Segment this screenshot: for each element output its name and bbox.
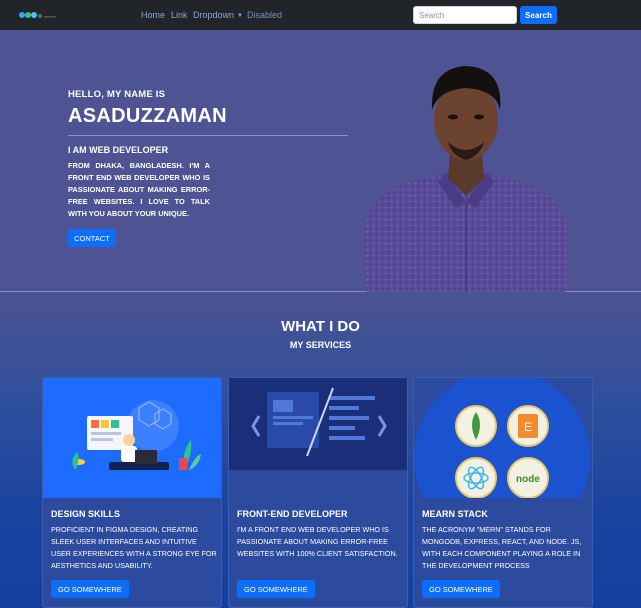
service-card-design: DESIGN SKILLS PROFICIENT IN FIGMA DESIGN… xyxy=(42,377,222,608)
nav-link-link[interactable]: Link xyxy=(171,10,188,20)
nav-dropdown-label: Dropdown xyxy=(193,10,235,20)
search-button[interactable]: Search xyxy=(520,6,557,24)
hero-bio: FROM DHAKA, BANGLADESH. I'M A FRONT END … xyxy=(68,161,210,218)
card-design-button[interactable]: GO SOMEWHERE xyxy=(51,580,129,598)
hero-greeting: HELLO, MY NAME IS xyxy=(68,89,166,100)
name-divider xyxy=(68,135,348,136)
card-mern-title: MEARN STACK xyxy=(422,509,488,519)
express-logo-letter: E xyxy=(524,420,532,434)
search-input[interactable] xyxy=(413,6,517,24)
card-frontend-button[interactable]: GO SOMEWHERE xyxy=(237,580,315,598)
mern-illustration: E node xyxy=(414,378,592,498)
services-subtitle: MY SERVICES xyxy=(289,340,352,350)
design-illustration xyxy=(43,378,221,498)
caret-down-icon: ▼ xyxy=(237,13,243,19)
services-title: WHAT I DO xyxy=(281,318,360,335)
navbar: Home Link Dropdown ▼ Disabled Search xyxy=(0,0,641,30)
frontend-illustration xyxy=(229,378,407,498)
brand-logo[interactable] xyxy=(18,10,58,20)
service-card-frontend: FRONT-END DEVELOPER I'M A FRONT END WEB … xyxy=(228,377,408,608)
card-frontend-title: FRONT-END DEVELOPER xyxy=(237,509,348,519)
card-frontend-text: I'M A FRONT END WEB DEVELOPER WHO IS PAS… xyxy=(237,525,398,558)
hero-name: ASADUZZAMAN xyxy=(68,105,227,127)
service-card-mern: E node MEARN STACK THE ACRONYM "MERN" ST… xyxy=(413,377,593,608)
node-logo-text: node xyxy=(516,474,540,485)
nav-dropdown-toggle[interactable]: Dropdown ▼ xyxy=(193,10,243,20)
card-mern-button[interactable]: GO SOMEWHERE xyxy=(422,580,500,598)
hero-role: I AM WEB DEVELOPER xyxy=(68,145,169,155)
nav-home-link[interactable]: Home xyxy=(141,10,165,20)
contact-button[interactable]: CONTACT xyxy=(68,229,116,247)
card-mern-text: THE ACRONYM "MERN" STANDS FOR MONGODB, E… xyxy=(422,525,582,570)
card-design-text: PROFICIENT IN FIGMA DESIGN, CREATING SLE… xyxy=(51,525,217,570)
nav-disabled-link: Disabled xyxy=(247,10,283,20)
card-design-title: DESIGN SKILLS xyxy=(51,509,121,519)
profile-photo xyxy=(360,66,568,304)
